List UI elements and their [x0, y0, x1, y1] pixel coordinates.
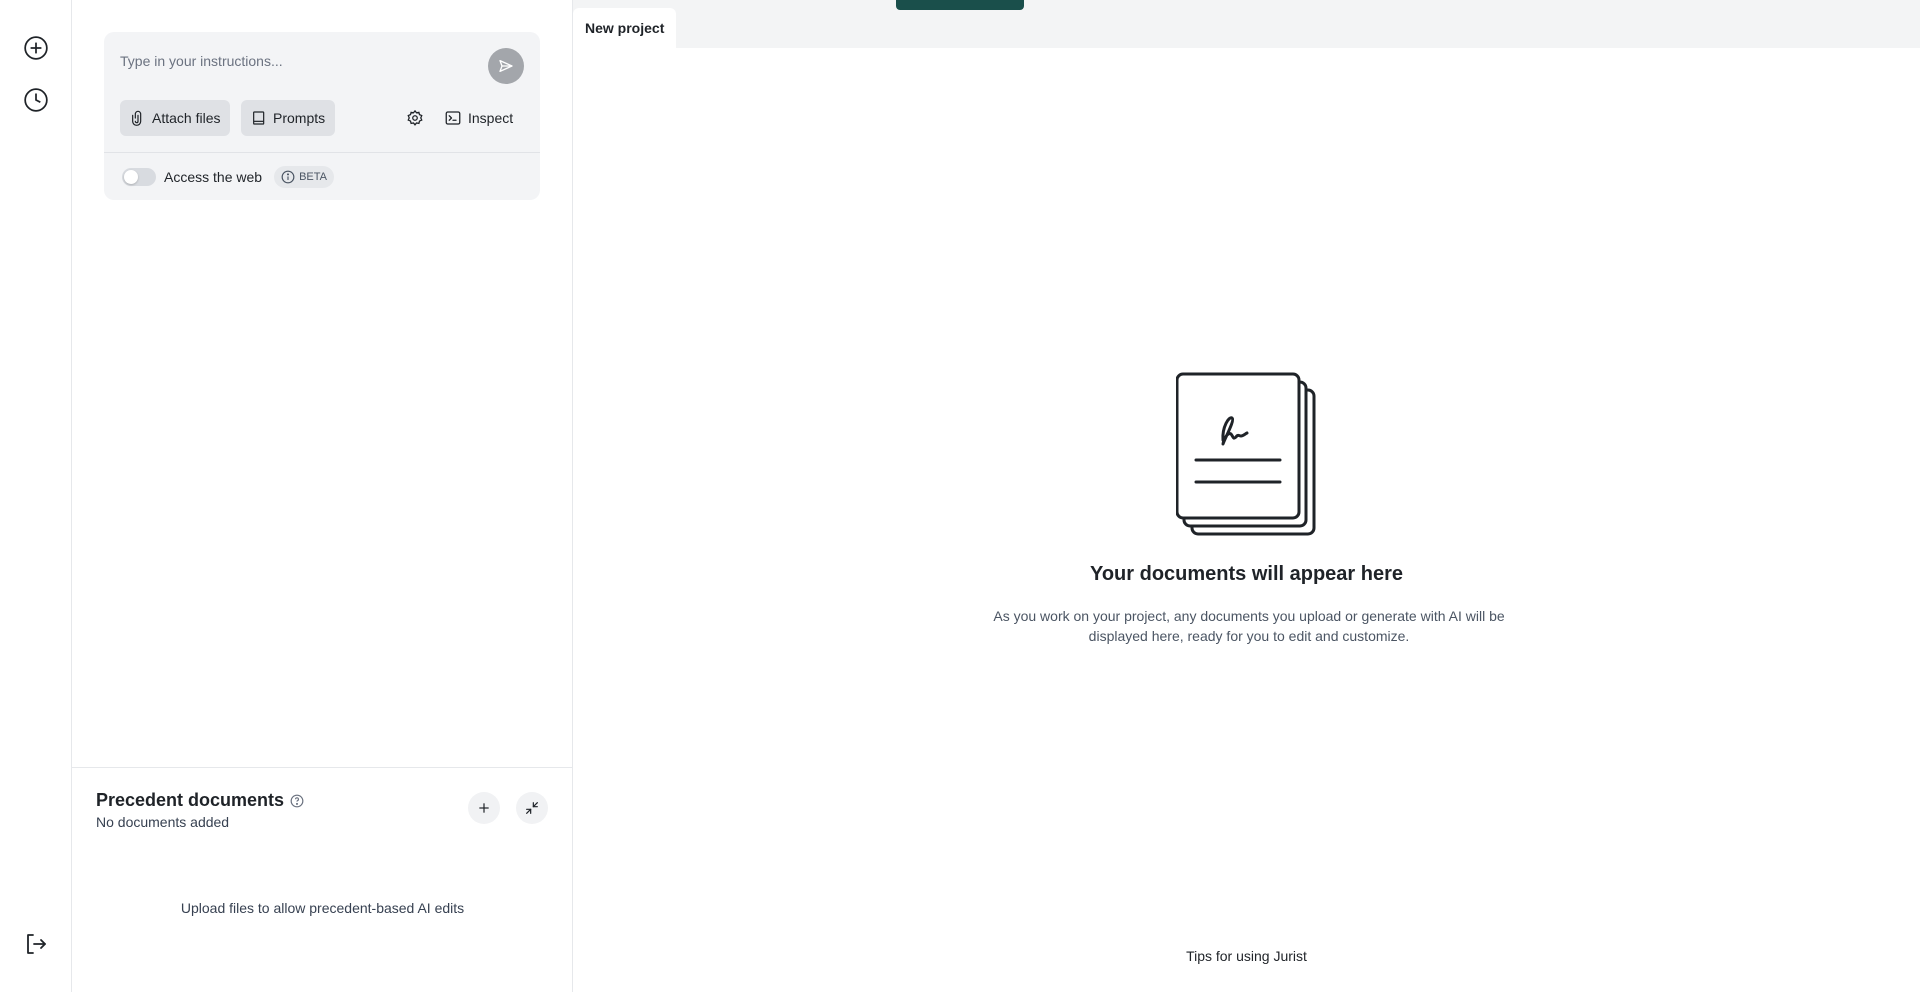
plus-icon	[479, 803, 489, 813]
logout-icon	[27, 934, 46, 954]
web-access-toggle[interactable]	[122, 168, 156, 186]
inspect-button[interactable]: Inspect	[444, 100, 513, 136]
instruction-composer: Attach files Prompts Inspect Access the …	[104, 32, 540, 200]
icon-rail	[0, 0, 72, 992]
instructions-input[interactable]	[120, 48, 480, 74]
gear-icon	[407, 109, 423, 126]
top-accent-bar	[896, 0, 1024, 10]
document-area: New project Your documents will appear h…	[573, 0, 1920, 992]
web-access-label: Access the web	[164, 169, 263, 185]
precedent-title-text: Precedent documents	[96, 790, 285, 810]
clock-icon	[24, 88, 48, 112]
paperclip-icon	[132, 110, 142, 126]
tab-new-project[interactable]: New project	[573, 8, 677, 48]
tips-link[interactable]: Tips for using Jurist	[573, 948, 1920, 964]
empty-state-description: As you work on your project, any documen…	[993, 608, 1505, 644]
prompts-label: Prompts	[273, 110, 326, 126]
collapse-icon	[526, 802, 538, 814]
documents-stack-icon	[1176, 372, 1316, 536]
tab-label: New project	[585, 20, 665, 36]
logout-button[interactable]	[20, 928, 52, 960]
info-icon	[281, 170, 295, 184]
attach-files-button[interactable]: Attach files	[120, 100, 231, 136]
precedent-documents-section: Precedent documents No documents added U…	[72, 767, 573, 992]
send-button[interactable]	[488, 48, 524, 84]
composer-divider	[104, 152, 540, 153]
terminal-icon	[445, 111, 461, 125]
precedent-title: Precedent documents	[96, 790, 304, 811]
settings-button[interactable]	[406, 100, 424, 136]
attach-files-label: Attach files	[152, 110, 221, 126]
beta-label: BETA	[299, 171, 327, 183]
precedent-subtitle: No documents added	[96, 814, 230, 830]
empty-state-title: Your documents will appear here	[1089, 563, 1404, 585]
help-icon[interactable]	[290, 794, 304, 808]
history-button[interactable]	[20, 84, 52, 116]
beta-badge[interactable]: BETA	[274, 166, 334, 188]
send-icon	[499, 60, 513, 72]
web-access-row: Access the web BETA	[122, 166, 334, 188]
tab-bar: New project	[573, 0, 1920, 48]
prompts-button[interactable]: Prompts	[241, 100, 336, 136]
collapse-button[interactable]	[516, 792, 548, 824]
add-precedent-button[interactable]	[468, 792, 500, 824]
plus-circle-icon	[24, 36, 48, 60]
precedent-empty-text: Upload files to allow precedent-based AI…	[180, 900, 465, 916]
book-icon	[253, 111, 265, 125]
chat-panel: Attach files Prompts Inspect Access the …	[72, 0, 573, 992]
inspect-label: Inspect	[468, 110, 514, 126]
new-project-button[interactable]	[20, 32, 52, 64]
